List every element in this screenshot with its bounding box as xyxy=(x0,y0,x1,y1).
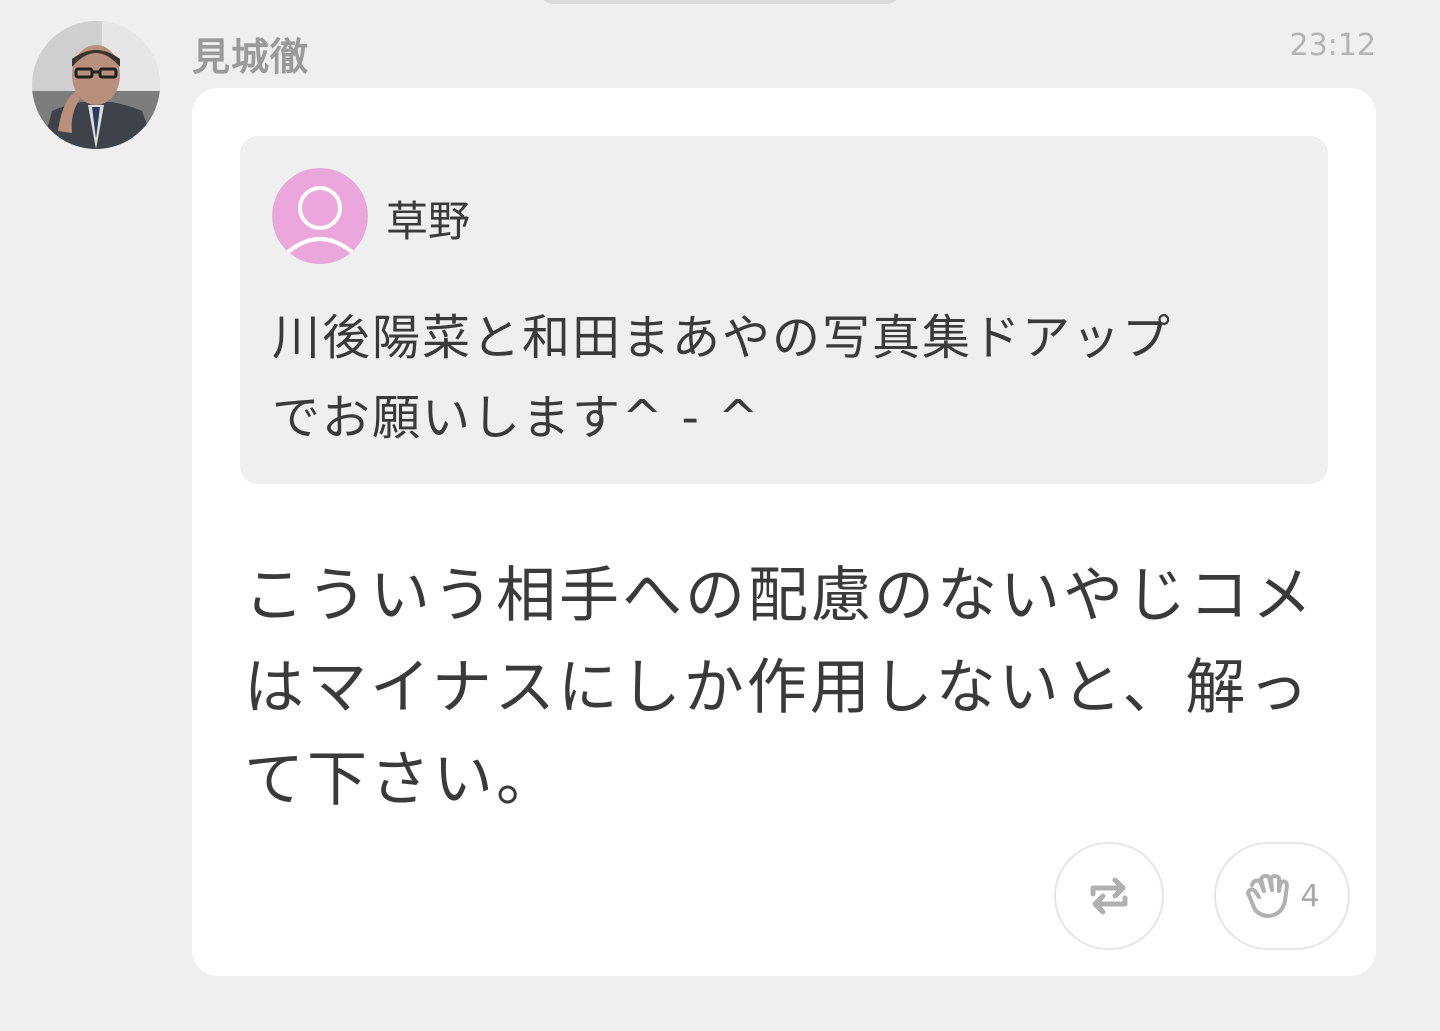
post-card: 草野 川後陽菜と和田まあやの写真集ドアップ でお願いします^ - ^ こういう相… xyxy=(192,88,1376,976)
quoted-author-name: 草野 xyxy=(386,197,471,246)
repost-button[interactable] xyxy=(1054,842,1164,950)
top-handle xyxy=(540,0,900,4)
post-timestamp: 23:12 xyxy=(1289,28,1376,63)
quoted-avatar xyxy=(272,168,368,264)
post-body: こういう相手への配慮のないやじコメ はマイナスにしか作用しないと、解っ て下さい… xyxy=(244,561,1315,815)
repost-icon xyxy=(1090,877,1128,915)
quoted-text: 川後陽菜と和田まあやの写真集ドアップ でお願いします^ - ^ xyxy=(272,310,1173,446)
clap-button[interactable]: 4 xyxy=(1214,842,1350,950)
quoted-message[interactable]: 草野 川後陽菜と和田まあやの写真集ドアップ でお願いします^ - ^ xyxy=(240,136,1328,484)
author-name[interactable]: 見城徹 xyxy=(192,26,309,81)
clap-count: 4 xyxy=(1300,878,1320,914)
default-user-icon xyxy=(272,168,368,264)
author-photo xyxy=(32,21,160,149)
clap-icon xyxy=(1246,873,1290,918)
author-avatar[interactable] xyxy=(32,21,160,149)
